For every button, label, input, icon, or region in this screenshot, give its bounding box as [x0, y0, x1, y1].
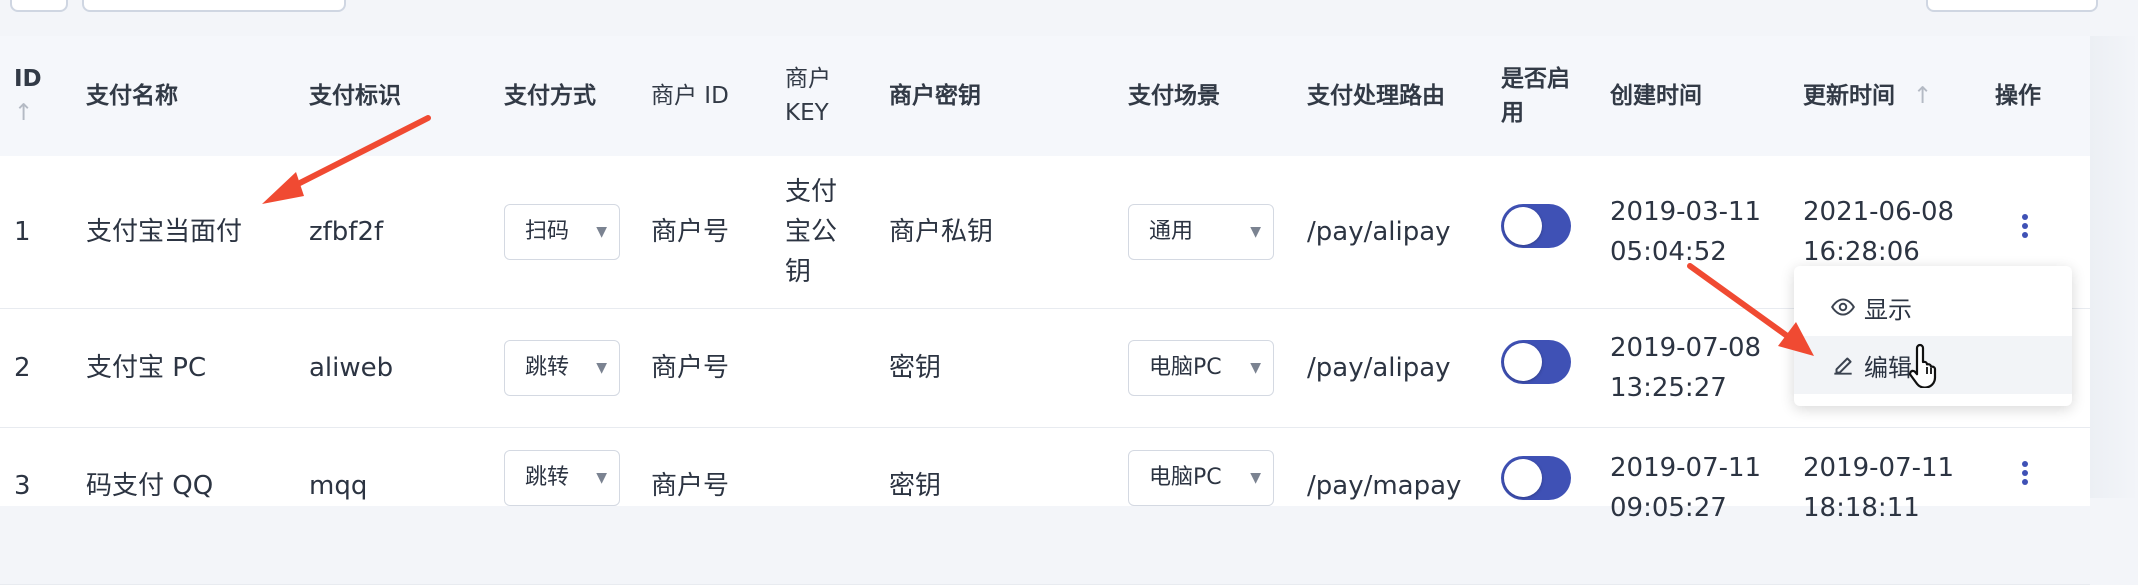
toggle-knob: [1504, 459, 1542, 497]
toggle-knob: [1504, 343, 1542, 381]
cell-route: /pay/alipay: [1293, 156, 1487, 309]
toggle-knob: [1504, 207, 1542, 245]
cell-created: 2019-07-08 13:25:27: [1596, 308, 1789, 428]
cell-route: /pay/alipay: [1293, 308, 1487, 428]
sort-icon: ↑: [1913, 83, 1933, 109]
cell-created: 2019-07-11 09:05:27: [1596, 427, 1789, 585]
enabled-toggle[interactable]: [1501, 456, 1571, 500]
enabled-toggle[interactable]: [1501, 204, 1571, 248]
caret-down-icon: ▼: [596, 470, 607, 486]
cell-name: 支付宝当面付: [72, 156, 295, 309]
caret-down-icon: ▼: [596, 360, 607, 376]
header-scene: 支付场景: [1114, 36, 1293, 156]
cell-merchant-secret: 商户私钥: [875, 156, 1114, 309]
payment-table-card: ID ↑ 支付名称 支付标识 支付方式 商户 ID 商户 KEY 商户密钥 支付场…: [0, 36, 2090, 585]
more-vertical-icon[interactable]: [2021, 211, 2029, 241]
cell-code: zfbf2f: [295, 156, 490, 309]
top-filter-button[interactable]: [82, 0, 346, 12]
enabled-toggle[interactable]: [1501, 340, 1571, 384]
cell-merchant-key: 支付宝公钥: [771, 156, 875, 309]
cell-merchant-secret: 密钥: [875, 427, 1114, 585]
cell-created: 2019-03-11 05:04:52: [1596, 156, 1789, 309]
cell-merchant-id: 商户号: [637, 427, 771, 585]
cell-merchant-key: [771, 427, 875, 585]
cell-merchant-id: 商户号: [637, 308, 771, 428]
header-merchant-key: 商户 KEY: [771, 36, 875, 156]
scene-select[interactable]: 通用 ▼: [1128, 204, 1274, 260]
sort-icon: ↑: [14, 100, 34, 126]
scene-select[interactable]: 电脑PC ▼: [1128, 340, 1274, 396]
cell-id: 1: [0, 156, 72, 309]
cell-name: 支付宝 PC: [72, 308, 295, 428]
header-method: 支付方式: [490, 36, 637, 156]
caret-down-icon: ▼: [1250, 224, 1261, 240]
top-right-button[interactable]: [1926, 0, 2098, 12]
cell-merchant-key: [771, 308, 875, 428]
table-header-row: ID ↑ 支付名称 支付标识 支付方式 商户 ID 商户 KEY 商户密钥 支付场…: [0, 36, 2090, 156]
eye-icon: [1831, 298, 1855, 316]
cell-id: 2: [0, 308, 72, 428]
menu-item-show[interactable]: 显示: [1794, 278, 2072, 336]
table-row: 3 码支付 QQ mqq 跳转 ▼ 商户号 密钥 电脑PC ▼ /pay/mapay…: [0, 427, 2090, 585]
edit-icon: [1834, 357, 1852, 375]
cell-merchant-secret: 密钥: [875, 308, 1114, 428]
scroll-edge: [2090, 36, 2138, 498]
method-select[interactable]: 扫码 ▼: [504, 204, 620, 260]
payment-table: ID ↑ 支付名称 支付标识 支付方式 商户 ID 商户 KEY 商户密钥 支付场…: [0, 36, 2090, 585]
hand-cursor-icon: [1909, 343, 1937, 388]
method-select[interactable]: 跳转 ▼: [504, 340, 620, 396]
header-code: 支付标识: [295, 36, 490, 156]
cell-code: aliweb: [295, 308, 490, 428]
header-id[interactable]: ID ↑: [0, 36, 72, 156]
top-left-button[interactable]: [10, 0, 68, 12]
cell-updated: 2019-07-11 18:18:11: [1789, 427, 1981, 585]
caret-down-icon: ▼: [1250, 470, 1261, 486]
caret-down-icon: ▼: [596, 224, 607, 240]
header-merchant-id: 商户 ID: [637, 36, 771, 156]
table-row: 1 支付宝当面付 zfbf2f 扫码 ▼ 商户号 支付宝公钥 商户私钥 通用 ▼ /…: [0, 156, 2090, 309]
header-created: 创建时间: [1596, 36, 1789, 156]
cell-route: /pay/mapay: [1293, 427, 1487, 585]
cell-id: 3: [0, 427, 72, 585]
caret-down-icon: ▼: [1250, 360, 1261, 376]
cell-name: 码支付 QQ: [72, 427, 295, 585]
cell-code: mqq: [295, 427, 490, 585]
header-updated[interactable]: 更新时间 ↑: [1789, 36, 1981, 156]
header-merchant-secret: 商户密钥: [875, 36, 1114, 156]
more-vertical-icon[interactable]: [2021, 458, 2029, 488]
cell-merchant-id: 商户号: [637, 156, 771, 309]
header-enabled: 是否启用: [1487, 36, 1596, 156]
table-row: 2 支付宝 PC aliweb 跳转 ▼ 商户号 密钥 电脑PC ▼ /pay/al…: [0, 308, 2090, 428]
header-actions: 操作: [1981, 36, 2090, 156]
header-name: 支付名称: [72, 36, 295, 156]
header-route: 支付处理路由: [1293, 36, 1487, 156]
